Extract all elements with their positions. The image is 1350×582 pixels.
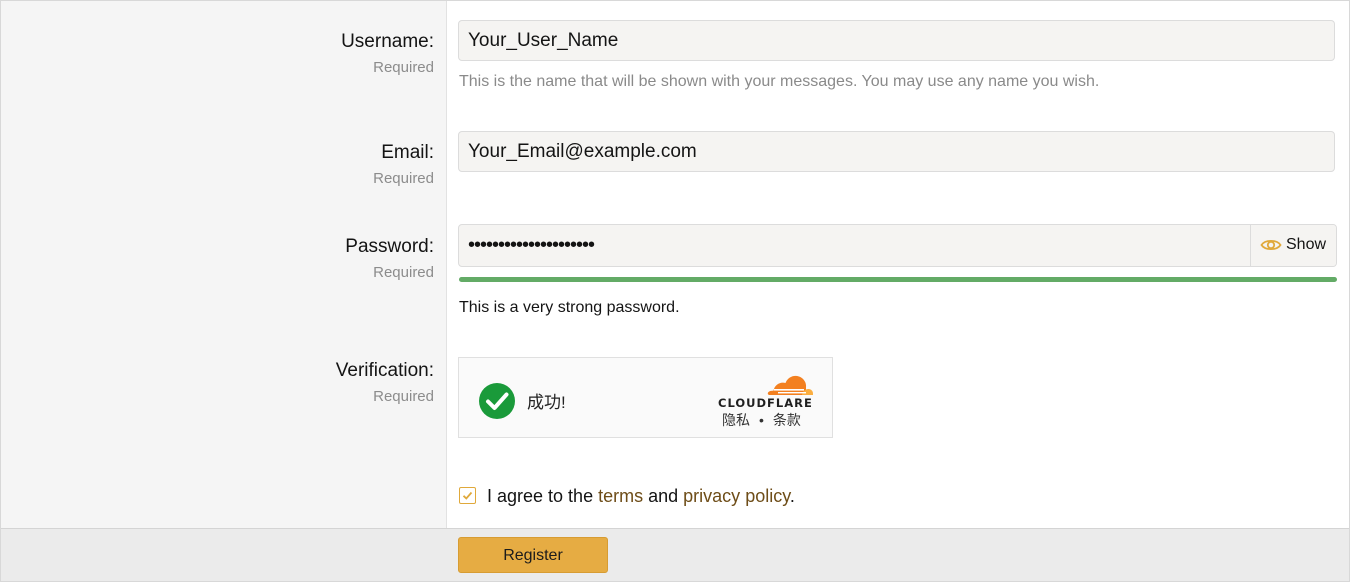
username-input[interactable]: Your_User_Name: [458, 20, 1335, 61]
username-hint: This is the name that will be shown with…: [459, 73, 1100, 90]
terms-link[interactable]: 条款: [773, 412, 801, 428]
agree-and: and: [648, 486, 679, 506]
password-strength-bar: [459, 277, 1337, 282]
verification-label-group: Verification: Required: [336, 360, 434, 405]
register-button[interactable]: Register: [458, 537, 608, 573]
agree-prefix: I agree to the: [487, 486, 594, 506]
password-label-group: Password: Required: [345, 236, 434, 281]
cloudflare-links: 隐私 • 条款: [722, 410, 801, 430]
register-form: Username: Required Your_User_Name This i…: [0, 0, 1350, 582]
checkbox-checked-icon[interactable]: [459, 487, 476, 504]
password-field: ••••••••••••••••••••• Show: [458, 224, 1337, 267]
show-label: Show: [1286, 236, 1327, 253]
show-password-button[interactable]: Show: [1250, 225, 1336, 266]
eye-icon: [1260, 236, 1282, 259]
password-label: Password:: [345, 236, 434, 257]
link-separator: •: [759, 412, 764, 428]
cloudflare-turnstile-widget[interactable]: 成功! CLOUDFLARE 隐私 • 条款: [458, 357, 833, 438]
username-label: Username:: [341, 31, 434, 52]
username-label-group: Username: Required: [341, 31, 434, 76]
password-input[interactable]: •••••••••••••••••••••: [468, 225, 595, 266]
verification-label: Verification:: [335, 360, 434, 381]
privacy-policy-link[interactable]: privacy policy: [683, 486, 790, 506]
verification-required: Required: [373, 388, 434, 405]
agree-row: I agree to the terms and privacy policy.: [459, 486, 795, 507]
checkmark-circle-icon: [478, 382, 516, 425]
password-strength-text: This is a very strong password.: [459, 299, 680, 316]
email-required: Required: [373, 170, 434, 187]
email-label-group: Email: Required: [373, 142, 434, 187]
username-required: Required: [373, 59, 434, 76]
form-footer: Register: [1, 528, 1349, 581]
agree-suffix: .: [789, 486, 795, 506]
privacy-link[interactable]: 隐私: [722, 412, 750, 428]
cloudflare-wordmark: CLOUDFLARE: [718, 396, 813, 410]
verification-status: 成功!: [527, 393, 566, 412]
email-input[interactable]: Your_Email@example.com: [458, 131, 1335, 172]
terms-policy-link[interactable]: terms: [598, 486, 643, 506]
email-label: Email:: [381, 142, 434, 163]
password-required: Required: [373, 264, 434, 281]
